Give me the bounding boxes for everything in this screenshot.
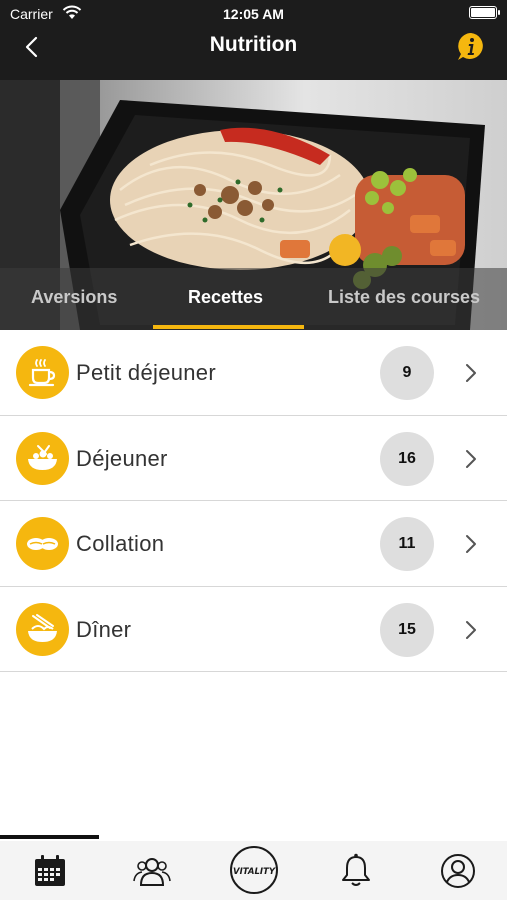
snack-icon xyxy=(16,517,69,570)
count-badge: 16 xyxy=(380,431,434,486)
chevron-right-icon xyxy=(466,620,476,639)
profile-icon xyxy=(441,854,475,888)
clock: 12:05 AM xyxy=(223,6,284,22)
list-item-petit-dejeuner[interactable]: Petit déjeuner 9 xyxy=(0,330,507,416)
community-icon xyxy=(133,858,171,886)
vitality-logo-text: VITALITY xyxy=(233,867,276,877)
count-badge: 11 xyxy=(380,517,434,571)
info-button[interactable] xyxy=(455,31,487,63)
list-item-label: Dîner xyxy=(76,616,132,642)
chevron-right-icon xyxy=(466,364,476,382)
community-tab[interactable] xyxy=(132,851,172,891)
calendar-tab[interactable] xyxy=(30,851,70,891)
recipe-category-list: Petit déjeuner 9 Déjeuner 16 Collation 1… xyxy=(0,330,507,672)
tab-aversions[interactable]: Aversions xyxy=(31,287,117,308)
noodle-bowl-icon xyxy=(16,602,69,656)
list-item-label: Collation xyxy=(76,531,165,556)
active-tab-indicator xyxy=(153,325,304,329)
section-tabs: Aversions Recettes Liste des courses xyxy=(0,268,507,330)
list-item-label: Déjeuner xyxy=(76,445,168,471)
vitality-home-tab[interactable]: VITALITY xyxy=(229,845,279,895)
calendar-icon xyxy=(35,855,65,886)
status-bar: Carrier 12:05 AM xyxy=(0,0,507,28)
profile-tab[interactable] xyxy=(438,851,478,891)
tab-liste-des-courses[interactable]: Liste des courses xyxy=(328,287,480,308)
bell-icon xyxy=(342,853,370,886)
bottom-tab-bar: VITALITY xyxy=(0,841,507,900)
list-item-diner[interactable]: Dîner 15 xyxy=(0,586,507,672)
list-item-label: Petit déjeuner xyxy=(76,360,216,385)
active-tab-marker xyxy=(0,835,99,839)
tab-recettes[interactable]: Recettes xyxy=(188,287,263,308)
top-bar: Carrier 12:05 AM Nutrition xyxy=(0,0,507,80)
count-badge: 9 xyxy=(380,346,434,400)
list-item-collation[interactable]: Collation 11 xyxy=(0,501,507,587)
chevron-right-icon xyxy=(466,449,476,468)
notifications-tab[interactable] xyxy=(336,851,376,891)
battery-icon xyxy=(469,6,500,19)
list-item-dejeuner[interactable]: Déjeuner 16 xyxy=(0,415,507,501)
chevron-right-icon xyxy=(466,535,476,553)
page-title: Nutrition xyxy=(209,33,298,56)
coffee-cup-icon xyxy=(16,346,69,399)
vitality-logo: VITALITY xyxy=(230,846,278,894)
info-icon xyxy=(458,33,483,60)
lunch-bowl-icon xyxy=(16,431,69,485)
count-badge: 15 xyxy=(380,602,434,657)
hero-food-image: Aversions Recettes Liste des courses xyxy=(0,80,507,330)
